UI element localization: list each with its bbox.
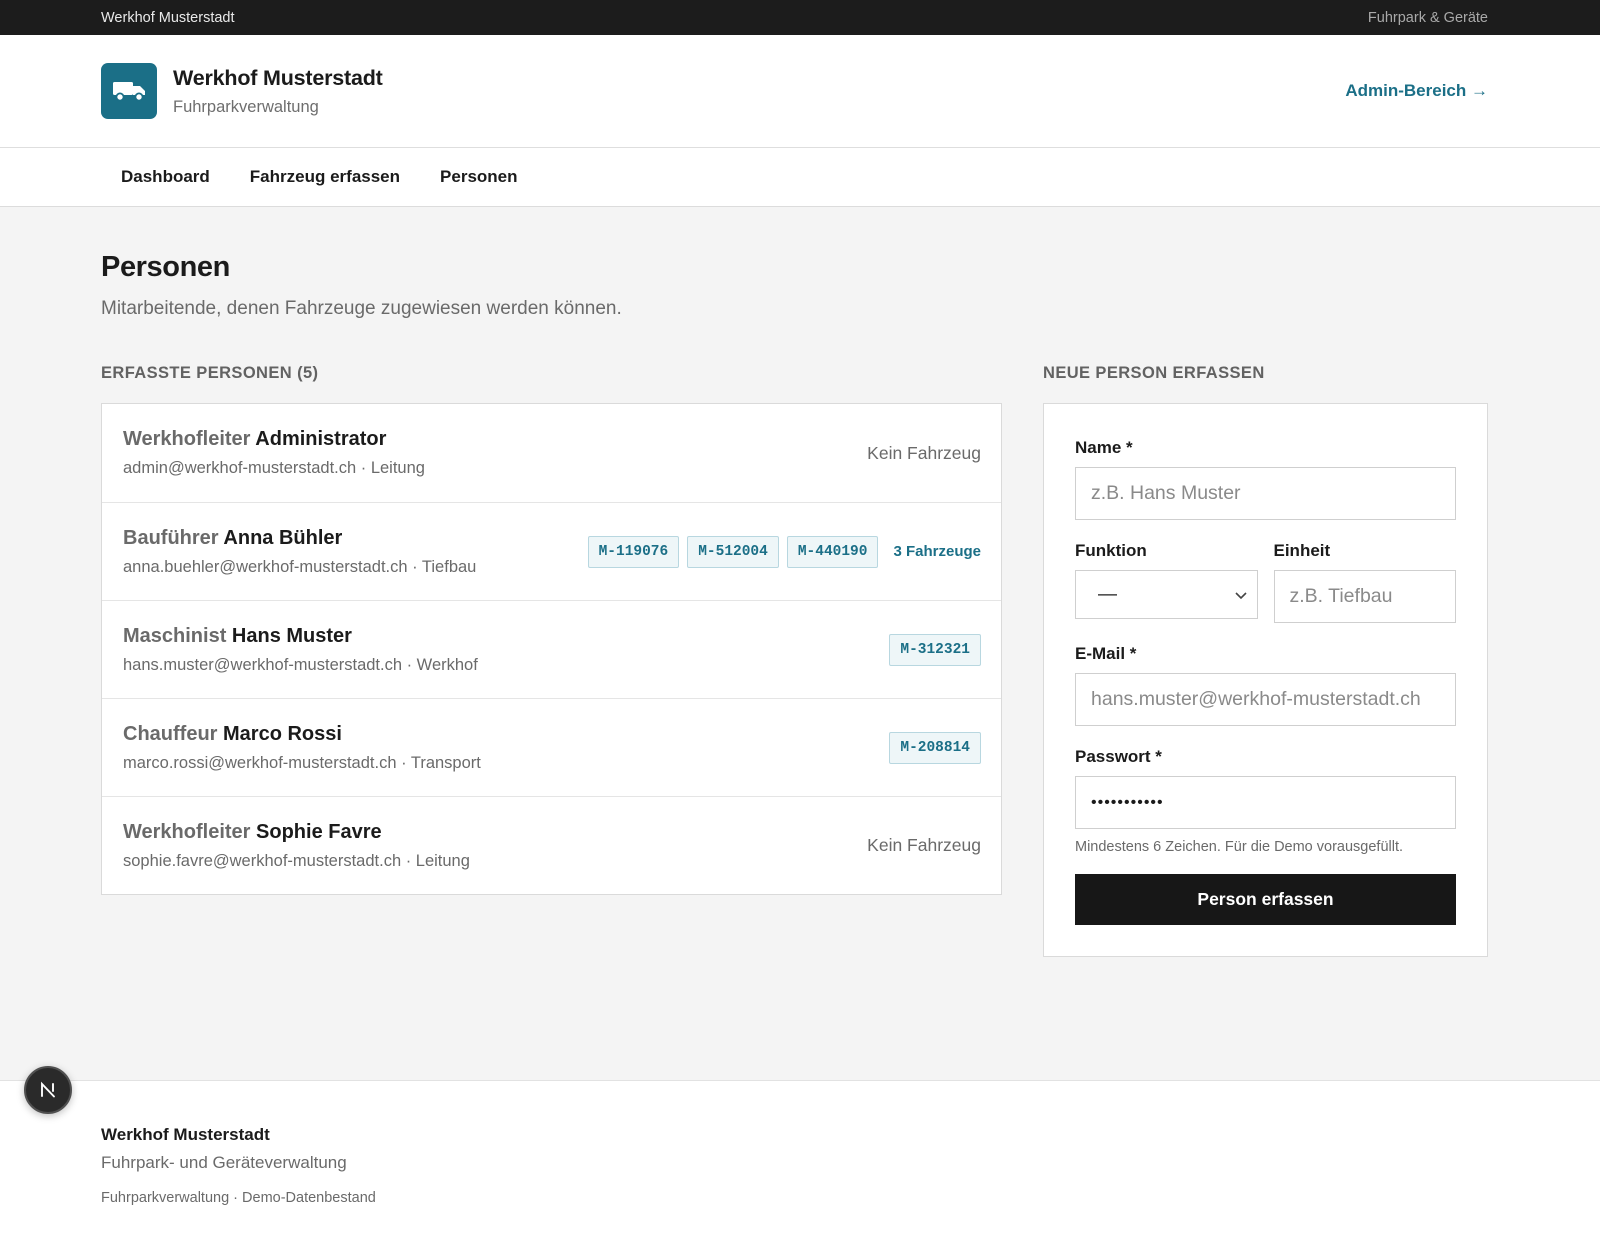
list-item[interactable]: Chauffeur Marco Rossi marco.rossi@werkho…	[102, 698, 1001, 796]
person-meta: hans.muster@werkhof-musterstadt.ch · Wer…	[123, 655, 478, 674]
people-list-heading: Erfasste Personen (5)	[101, 364, 319, 382]
people-list-section: Erfasste Personen (5) Werkhofleiter Admi…	[101, 364, 1002, 957]
no-vehicle-label: Kein Fahrzeug	[867, 835, 981, 855]
password-hint: Mindestens 6 Zeichen. Für die Demo vorau…	[1075, 839, 1404, 855]
admin-area-link[interactable]: Admin-Bereich →	[1345, 81, 1488, 101]
vehicle-plate-badge[interactable]: M-312321	[889, 633, 981, 666]
vehicle-count: 3 Fahrzeuge	[893, 543, 981, 560]
brand[interactable]: Werkhof Musterstadt Fuhrparkverwaltung	[101, 63, 383, 119]
new-person-heading: Neue Person erfassen	[1043, 364, 1265, 382]
person-meta: marco.rossi@werkhof-musterstadt.ch · Tra…	[123, 753, 481, 772]
brand-title: Werkhof Musterstadt	[173, 65, 383, 90]
create-person-button[interactable]: Person erfassen	[1075, 874, 1456, 925]
funktion-selected-value: —	[1098, 583, 1117, 605]
name-label: Name *	[1075, 438, 1133, 457]
person-role: Werkhofleiter	[123, 428, 251, 450]
password-field[interactable]	[1075, 776, 1456, 829]
brand-subtitle: Fuhrparkverwaltung	[173, 97, 319, 116]
name-field[interactable]	[1075, 467, 1456, 520]
footer-meta: Fuhrparkverwaltung · Demo-Datenbestand	[101, 1190, 376, 1206]
person-meta: sophie.favre@werkhof-musterstadt.ch · Le…	[123, 851, 470, 870]
footer-title: Werkhof Musterstadt	[101, 1125, 270, 1144]
person-fullname: Anna Bühler	[223, 526, 343, 549]
einheit-label: Einheit	[1273, 541, 1331, 560]
nav-item-personen[interactable]: Personen	[420, 167, 537, 187]
top-bar-org: Werkhof Musterstadt	[101, 9, 235, 26]
top-bar: Werkhof Musterstadt Fuhrpark & Geräte	[0, 0, 1600, 35]
password-label: Passwort *	[1075, 747, 1162, 766]
main-content: Personen Mitarbeitende, denen Fahrzeuge …	[0, 207, 1600, 957]
person-role: Bauführer	[123, 526, 219, 549]
funktion-select[interactable]: —	[1075, 570, 1258, 619]
no-vehicle-label: Kein Fahrzeug	[867, 442, 981, 463]
person-fullname: Hans Muster	[231, 624, 352, 647]
person-fullname: Sophie Favre	[256, 820, 382, 843]
top-bar-tagline: Fuhrpark & Geräte	[1367, 9, 1488, 26]
person-name: Bauführer Anna Bühler	[123, 527, 476, 550]
person-meta: anna.buehler@werkhof-musterstadt.ch · Ti…	[123, 557, 477, 576]
email-label: E-Mail *	[1075, 644, 1137, 663]
list-item[interactable]: Werkhofleiter Sophie Favre sophie.favre@…	[102, 796, 1001, 894]
main-nav: Dashboard Fahrzeug erfassen Personen	[0, 148, 1600, 207]
new-person-form: Name * Funktion — Einheit	[1043, 403, 1488, 957]
vehicle-plate-badge[interactable]: M-119076	[587, 535, 680, 568]
person-name: Werkhofleiter Administrator	[123, 428, 425, 451]
page-subtitle: Mitarbeitende, denen Fahrzeuge zugewiese…	[101, 298, 622, 319]
footer-subtitle: Fuhrpark- und Geräteverwaltung	[101, 1153, 347, 1172]
person-name: Chauffeur Marco Rossi	[123, 723, 481, 746]
page-title: Personen	[101, 251, 230, 283]
nav-item-fahrzeug-erfassen[interactable]: Fahrzeug erfassen	[230, 167, 420, 187]
chevron-down-icon	[1234, 587, 1247, 605]
person-name: Maschinist Hans Muster	[123, 625, 478, 648]
list-item[interactable]: Bauführer Anna Bühler anna.buehler@werkh…	[102, 502, 1001, 600]
list-item[interactable]: Werkhofleiter Administrator admin@werkho…	[102, 404, 1001, 502]
site-footer: Werkhof Musterstadt Fuhrpark- und Geräte…	[0, 1080, 1600, 1243]
new-person-section: Neue Person erfassen Name * Funktion —	[1043, 364, 1488, 957]
nav-item-dashboard[interactable]: Dashboard	[101, 167, 230, 187]
nextjs-logo-icon	[41, 1081, 55, 1098]
vehicle-plate-badge[interactable]: M-208814	[889, 731, 981, 764]
person-role: Maschinist	[123, 624, 227, 647]
vehicle-plate-badge[interactable]: M-512004	[687, 535, 779, 568]
person-fullname: Administrator	[255, 428, 387, 450]
person-meta: admin@werkhof-musterstadt.ch · Leitung	[123, 459, 425, 477]
person-name: Werkhofleiter Sophie Favre	[123, 821, 470, 844]
truck-icon	[101, 63, 157, 119]
vehicle-plate-badge[interactable]: M-440190	[786, 535, 879, 568]
person-role: Chauffeur	[123, 722, 218, 745]
site-header: Werkhof Musterstadt Fuhrparkverwaltung A…	[0, 35, 1600, 148]
funktion-label: Funktion	[1075, 541, 1147, 560]
people-list: Werkhofleiter Administrator admin@werkho…	[101, 403, 1002, 895]
nextjs-dev-tools-button[interactable]	[24, 1066, 72, 1114]
person-role: Werkhofleiter	[123, 820, 251, 843]
person-fullname: Marco Rossi	[223, 722, 342, 745]
list-item[interactable]: Maschinist Hans Muster hans.muster@werkh…	[102, 600, 1001, 698]
einheit-field[interactable]	[1273, 570, 1456, 623]
email-field[interactable]	[1075, 673, 1456, 726]
